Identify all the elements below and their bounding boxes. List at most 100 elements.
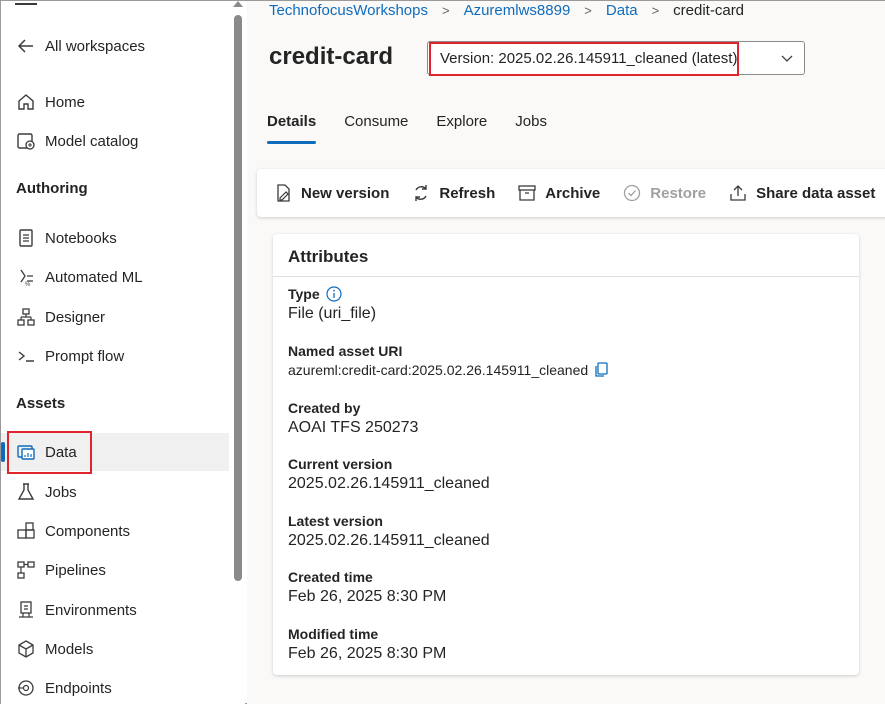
breadcrumb-data[interactable]: Data xyxy=(606,2,638,19)
share-data-asset-button[interactable]: Share data asset xyxy=(728,183,875,203)
breadcrumb-current: credit-card xyxy=(673,1,745,19)
copy-icon[interactable] xyxy=(594,362,608,378)
attr-latest-version: Latest version 2025.02.26.145911_cleaned xyxy=(288,513,490,550)
breadcrumb: TechnofocusWorkshops > Azuremlws8899 > D… xyxy=(269,1,744,19)
hamburger-menu-icon[interactable] xyxy=(15,0,37,11)
sidebar-item-label: Models xyxy=(45,640,94,658)
sidebar-item-environments[interactable]: Environments xyxy=(1,591,229,629)
sidebar-item-automated-ml[interactable]: % Automated ML xyxy=(1,258,229,296)
created-time-value: Feb 26, 2025 8:30 PM xyxy=(288,588,447,605)
sidebar-scrollbar[interactable] xyxy=(231,1,245,704)
breadcrumb-workspace[interactable]: Azuremlws8899 xyxy=(464,2,571,19)
archive-icon xyxy=(517,183,537,203)
attr-created-by: Created by AOAI TFS 250273 xyxy=(288,400,418,437)
modified-time-label: Modified time xyxy=(288,626,379,642)
edit-document-icon xyxy=(273,183,293,203)
sidebar-item-label: Designer xyxy=(45,308,106,326)
main-content: TechnofocusWorkshops > Azuremlws8899 > D… xyxy=(247,1,885,704)
new-version-label: New version xyxy=(301,184,390,202)
sidebar-item-prompt-flow[interactable]: Prompt flow xyxy=(1,337,229,375)
modified-time-value: Feb 26, 2025 8:30 PM xyxy=(288,645,447,662)
sidebar-item-jobs[interactable]: Jobs xyxy=(1,473,229,511)
scroll-up-arrow-icon[interactable] xyxy=(233,1,243,7)
refresh-label: Refresh xyxy=(439,184,496,202)
sidebar-item-label: Endpoints xyxy=(45,679,112,697)
breadcrumb-workspace-group[interactable]: TechnofocusWorkshops xyxy=(269,2,428,19)
all-workspaces-label: All workspaces xyxy=(45,37,146,55)
home-icon xyxy=(15,91,37,113)
share-data-asset-label: Share data asset xyxy=(756,184,876,202)
check-circle-icon xyxy=(622,183,642,203)
sidebar-item-home[interactable]: Home xyxy=(1,83,229,121)
chevron-right-icon: > xyxy=(651,2,660,18)
sidebar: All workspaces Home Model catalog Author… xyxy=(1,1,231,704)
current-version-label: Current version xyxy=(288,456,393,472)
sidebar-item-endpoints[interactable]: Endpoints xyxy=(1,669,229,704)
refresh-icon xyxy=(411,183,431,203)
sidebar-item-label: Notebooks xyxy=(45,229,117,247)
svg-text:%: % xyxy=(25,282,31,287)
data-highlight-box xyxy=(7,431,92,474)
version-highlight-box xyxy=(429,42,739,76)
sidebar-item-designer[interactable]: Designer xyxy=(1,298,229,336)
sidebar-item-label: Jobs xyxy=(45,483,77,501)
latest-version-value: 2025.02.26.145911_cleaned xyxy=(288,532,490,549)
selection-indicator xyxy=(1,442,5,462)
archive-button[interactable]: Archive xyxy=(517,183,600,203)
chevron-right-icon: > xyxy=(441,2,450,18)
sidebar-item-label: Model catalog xyxy=(45,132,139,150)
uri-value: azureml:credit-card:2025.02.26.145911_cl… xyxy=(288,362,589,378)
pipelines-icon xyxy=(15,559,37,581)
sidebar-item-model-catalog[interactable]: Model catalog xyxy=(1,122,229,160)
section-authoring: Authoring xyxy=(16,180,88,197)
latest-version-label: Latest version xyxy=(288,513,383,529)
tab-jobs[interactable]: Jobs xyxy=(515,113,547,144)
attr-current-version: Current version 2025.02.26.145911_cleane… xyxy=(288,456,490,493)
info-icon[interactable] xyxy=(326,286,342,302)
restore-label: Restore xyxy=(650,184,707,202)
refresh-button[interactable]: Refresh xyxy=(411,183,495,203)
created-by-value: AOAI TFS 250273 xyxy=(288,419,419,436)
scroll-thumb[interactable] xyxy=(234,15,242,581)
tab-explore[interactable]: Explore xyxy=(436,113,487,144)
created-time-label: Created time xyxy=(288,569,373,585)
attributes-title: Attributes xyxy=(288,247,369,266)
type-value: File (uri_file) xyxy=(288,305,377,322)
new-version-button[interactable]: New version xyxy=(273,183,389,203)
tab-list: Details Consume Explore Jobs xyxy=(267,113,547,144)
sidebar-item-label: Automated ML xyxy=(45,268,143,286)
sidebar-item-components[interactable]: Components xyxy=(1,512,229,550)
share-icon xyxy=(728,183,748,203)
sidebar-item-notebooks[interactable]: Notebooks xyxy=(1,219,229,257)
page-title: credit-card xyxy=(269,43,394,70)
command-bar: New version Refresh Archive Restore Shar… xyxy=(257,169,885,217)
attr-created-time: Created time Feb 26, 2025 8:30 PM xyxy=(288,569,446,606)
prompt-flow-icon xyxy=(15,345,37,367)
automated-ml-icon: % xyxy=(15,266,37,288)
sidebar-item-label: Environments xyxy=(45,601,137,619)
attr-type: Type File (uri_file) xyxy=(288,286,376,323)
chevron-right-icon: > xyxy=(584,2,592,18)
environments-icon xyxy=(15,599,37,621)
tab-consume[interactable]: Consume xyxy=(344,113,408,144)
sidebar-item-label: Components xyxy=(45,522,131,540)
tab-details[interactable]: Details xyxy=(267,113,317,144)
section-assets: Assets xyxy=(16,395,66,412)
designer-icon xyxy=(15,306,37,328)
all-workspaces-link[interactable]: All workspaces xyxy=(1,27,229,65)
restore-button[interactable]: Restore xyxy=(622,183,706,203)
sidebar-item-label: Prompt flow xyxy=(45,347,125,365)
sidebar-item-label: Pipelines xyxy=(45,561,106,579)
notebook-icon xyxy=(15,227,37,249)
endpoints-icon xyxy=(15,677,37,699)
sidebar-item-models[interactable]: Models xyxy=(1,630,229,668)
attributes-card: Attributes Type File (uri_file) Named as… xyxy=(273,234,859,675)
model-catalog-icon xyxy=(15,130,37,152)
divider xyxy=(273,276,859,277)
components-icon xyxy=(15,520,37,542)
sidebar-item-pipelines[interactable]: Pipelines xyxy=(1,551,229,589)
uri-label: Named asset URI xyxy=(288,343,403,359)
chevron-down-icon xyxy=(781,55,793,62)
attr-named-asset-uri: Named asset URI azureml:credit-card:2025… xyxy=(288,343,608,378)
jobs-icon xyxy=(15,481,37,503)
